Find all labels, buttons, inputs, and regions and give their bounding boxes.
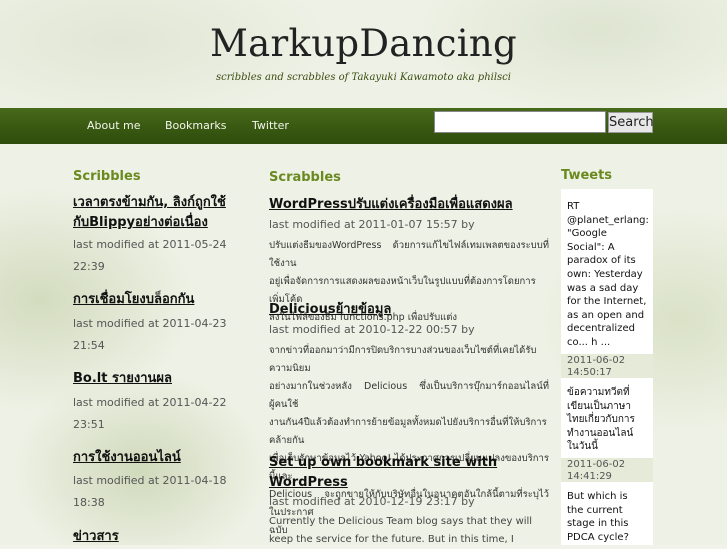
tweet-line: own: Yesterday	[567, 268, 643, 280]
tweet-text[interactable]: ข้อความทวีตที่ เขียนเป็นภาษา ไทยเกี่ยวกั…	[567, 386, 651, 454]
scribble-modified-line: last modified at 2011-04-23	[73, 317, 227, 330]
nav-item-about-me[interactable]: About me	[87, 119, 141, 132]
tweet-line: "Google	[567, 228, 607, 240]
excerpt-line: งานกัน4ปีแล้วต้องทำการย้ายข้อมูลทั้งหมดไ…	[269, 417, 547, 446]
tweet-line: ในวันนี้	[567, 441, 599, 453]
tweet-line: decentralized	[567, 323, 635, 335]
scribbles-heading: Scribbles	[73, 169, 141, 184]
tweet-time-line: 14:50:17	[567, 367, 612, 378]
scribble-title[interactable]: ข่าวสาร	[73, 527, 119, 547]
excerpt-line: ปรับแต่งธีมของWordPress ด้วยการแก้ไขไฟล์…	[269, 240, 549, 269]
excerpt-line: keep the service for the future. But in …	[269, 534, 514, 545]
tweets-heading: Tweets	[561, 168, 613, 183]
scrabble-title[interactable]: WordPressปรับแต่งเครื่องมือเพื่อแสดงผล	[269, 195, 513, 215]
scribble-title[interactable]: การเชื่อมโยงบล็อกกัน	[73, 290, 194, 310]
scribble-modified: last modified at 2011-04-18 18:38	[73, 470, 226, 514]
nav-item-bookmarks[interactable]: Bookmarks	[165, 119, 226, 132]
scribble-title[interactable]: Bo.lt รายงานผล	[73, 369, 172, 389]
scrabbles-heading: Scrabbles	[269, 170, 341, 185]
tweet-text[interactable]: RT @planet_erlang: "Google Social": A pa…	[567, 200, 651, 350]
tweet-time-line: 2011-06-02	[567, 355, 626, 366]
tweet-line: co... h ...	[567, 336, 611, 348]
scribble-modified: last modified at 2011-05-24 22:39	[73, 234, 226, 278]
scribble-title-line: กับBlippyอย่างต่อเนื่อง	[73, 215, 208, 230]
excerpt-line: อย่างมากในช่วงหลัง Delicious ซึ่งเป็นบริ…	[269, 381, 549, 410]
scribble-modified-line: 22:39	[73, 260, 105, 273]
search-input[interactable]	[434, 111, 606, 133]
tweet-line: @planet_erlang:	[567, 214, 649, 226]
tweet-line: as an open and	[567, 309, 645, 321]
scribble-title[interactable]: การใช้งานออนไลน์	[73, 448, 181, 468]
tweet-line: ไทยเกี่ยวกับการ	[567, 414, 635, 426]
tweet-line: ทำงานออนไลน์	[567, 427, 634, 439]
tweet-line: ข้อความทวีตที่	[567, 387, 630, 398]
tweet-line: stage in this	[567, 518, 629, 530]
tweet-time-line: 2011-06-02	[567, 459, 626, 470]
scribble-modified: last modified at 2011-04-23 21:54	[73, 313, 226, 357]
scribble-title-line: เวลาตรงข้ามกัน, ลิงก์ถูกใช้	[73, 195, 226, 210]
nav-item-twitter[interactable]: Twitter	[252, 119, 289, 132]
scribble-title[interactable]: เวลาตรงข้ามกัน, ลิงก์ถูกใช้ กับBlippyอย่…	[73, 193, 253, 233]
tweet-text[interactable]: But which is the current stage in this P…	[567, 490, 651, 544]
tweet-line: เขียนเป็นภาษา	[567, 400, 631, 412]
tweet-time-line: 14:41:29	[567, 471, 612, 482]
search-button[interactable]: Search	[608, 112, 654, 133]
site-header: MarkupDancing scribbles and scrabbles of…	[0, 0, 727, 108]
tweet-line: was a sad day	[567, 282, 639, 294]
scrabble-modified: last modified at 2010-12-19 23:17 by	[269, 495, 475, 508]
scrabble-modified: last modified at 2011-01-07 15:57 by	[269, 218, 475, 231]
excerpt-line: จากข่าวที่ออกมาว่ามีการปิดบริการบางส่วนข…	[269, 345, 537, 374]
scribble-modified-line: last modified at 2011-04-22	[73, 396, 227, 409]
tweet-line: for the Internet,	[567, 296, 647, 308]
scrabble-title-line: WordPress	[269, 475, 348, 490]
scribble-modified-line: last modified at 2011-05-24	[73, 238, 227, 251]
scribble-modified-line: 18:38	[73, 496, 105, 509]
site-tagline: scribbles and scrabbles of Takayuki Kawa…	[216, 72, 511, 83]
scrabble-title-line: Set up own bookmark site with	[269, 455, 498, 470]
excerpt-line: Currently the Delicious Team blog says t…	[269, 516, 533, 527]
scribble-modified-line: 23:51	[73, 418, 105, 431]
scrabble-title[interactable]: Set up own bookmark site with WordPress	[269, 453, 497, 493]
tweet-timestamp: 2011-06-02 14:41:29	[567, 459, 625, 483]
scribble-modified: last modified at 2011-04-22 23:51	[73, 392, 226, 436]
tweet-line: the current	[567, 504, 623, 516]
tweet-line: Social": A	[567, 241, 615, 253]
scribble-modified-line: 21:54	[73, 339, 105, 352]
tweet-line: PDCA cycle?	[567, 531, 629, 543]
tweet-line: But which is	[567, 491, 628, 502]
tweet-line: paradox of its	[567, 255, 636, 267]
site-title[interactable]: MarkupDancing	[0, 22, 727, 65]
scrabble-modified: last modified at 2010-12-22 00:57 by	[269, 323, 475, 336]
scrabble-title[interactable]: Deliciousย้ายข้อมูล	[269, 300, 391, 320]
tweet-line: RT	[567, 201, 580, 212]
scribble-modified-line: last modified at 2011-04-18	[73, 474, 227, 487]
scrabble-excerpt: Currently the Delicious Team blog says t…	[269, 513, 549, 549]
tweet-timestamp: 2011-06-02 14:50:17	[567, 355, 625, 379]
